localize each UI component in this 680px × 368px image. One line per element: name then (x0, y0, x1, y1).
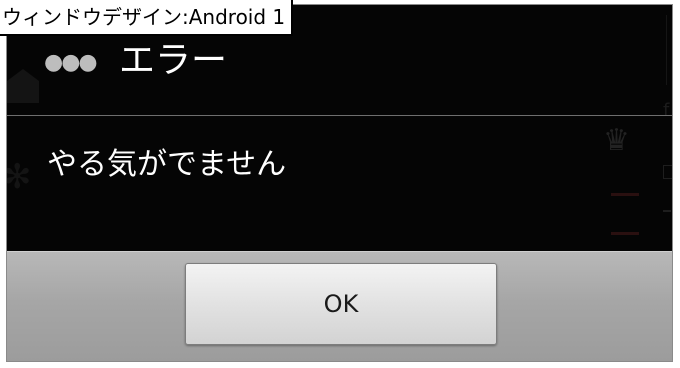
overflow-menu-icon: ●●● (44, 50, 98, 75)
ok-button[interactable]: OK (185, 263, 497, 345)
background-divider (666, 15, 667, 85)
background-letter: f (663, 100, 670, 121)
dialog-message: やる気がでません (47, 147, 287, 182)
background-box (663, 165, 672, 179)
crown-icon: ♛ (603, 123, 630, 158)
android-dialog-window: ✻ f ♛ ●●● エラー やる気がでません OK (6, 4, 673, 362)
home-icon (7, 69, 39, 103)
dialog-title: エラー (119, 40, 228, 81)
title-divider (7, 115, 672, 116)
window-design-caption: ウィンドウデザイン:Android 1 (0, 0, 294, 36)
dialog-button-bar: OK (7, 251, 672, 361)
background-dash (663, 210, 671, 212)
gear-icon: ✻ (7, 157, 32, 197)
background-flag-icon (611, 193, 639, 235)
